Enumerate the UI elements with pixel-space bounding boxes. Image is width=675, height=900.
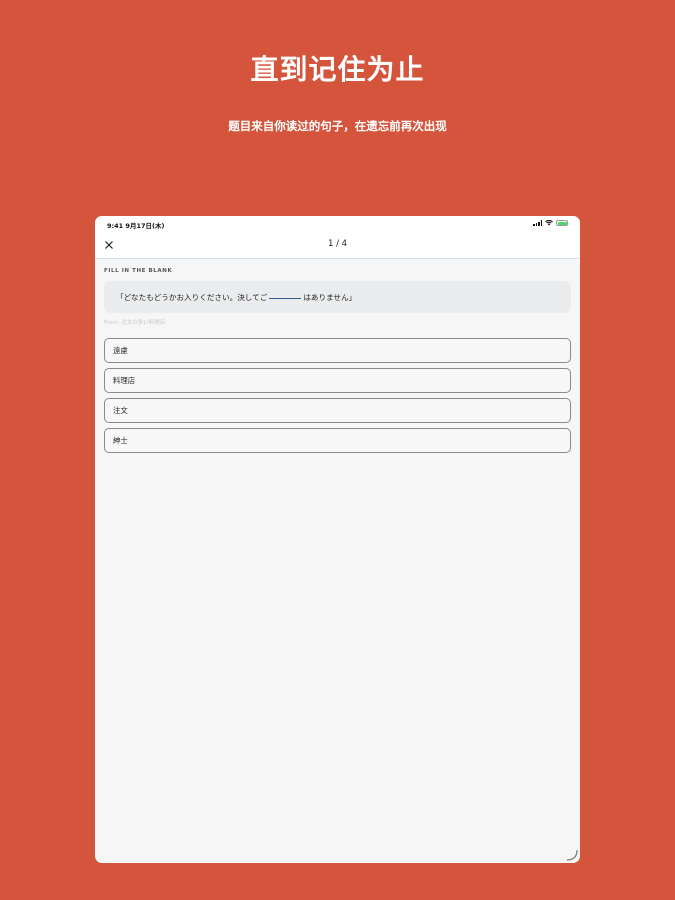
wifi-icon [545,220,553,226]
answer-option[interactable]: 注文 [104,398,571,423]
battery-icon [556,220,568,226]
status-time: 9:41 9月17日(木) [107,222,165,230]
section-label: FILL IN THE BLANK [104,268,173,274]
answer-options: 遠慮 料理店 注文 紳士 [104,338,571,458]
nav-bar: 1 / 4 [95,232,580,259]
corner-accent-icon [566,849,578,861]
blank-slot [269,297,302,299]
question-progress: 1 / 4 [327,239,348,249]
answer-option[interactable]: 紳士 [104,428,571,453]
battery-level [557,221,567,225]
status-bar: 9:41 9月17日(木) [95,216,580,232]
answer-option[interactable]: 遠慮 [104,338,571,363]
answer-option-label: 料理店 [113,376,136,385]
sentence-before: 「どなたもどうかお入りください。決してご [116,292,268,302]
status-indicators [533,220,568,226]
sentence-card: 「どなたもどうかお入りください。決してご はありません」 [104,281,571,313]
sentence-source: From: 注文の多い料理店 [104,320,166,326]
poster-title: 直到记住为止 [250,53,425,86]
poster-subtitle: 题目来自你读过的句子，在遗忘前再次出现 [228,119,447,133]
answer-option[interactable]: 料理店 [104,368,571,393]
sentence-after: はありません」 [303,292,357,302]
tablet-screen: 9:41 9月17日(木) 1 / 4 FILL IN THE BLANK 「ど… [95,216,580,863]
answer-option-label: 注文 [113,406,128,415]
answer-option-label: 紳士 [113,436,128,445]
signal-icon [533,220,542,226]
answer-option-label: 遠慮 [113,346,128,355]
